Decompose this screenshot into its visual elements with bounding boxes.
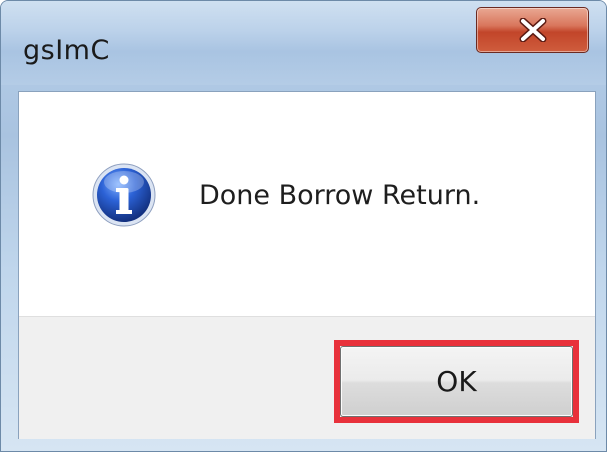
close-button[interactable] (476, 7, 589, 53)
dialog-content: Done Borrow Return. OK (18, 91, 596, 439)
button-area: OK (19, 316, 595, 439)
message-text: Done Borrow Return. (199, 180, 481, 211)
close-icon (519, 18, 547, 42)
title-bar[interactable]: gsImC (1, 1, 606, 85)
message-box-window: gsImC Done Borrow Return. OK (0, 0, 607, 452)
ok-button[interactable]: OK (340, 346, 573, 417)
window-title: gsImC (23, 35, 110, 66)
info-icon (92, 163, 156, 227)
message-area: Done Borrow Return. (19, 92, 595, 316)
